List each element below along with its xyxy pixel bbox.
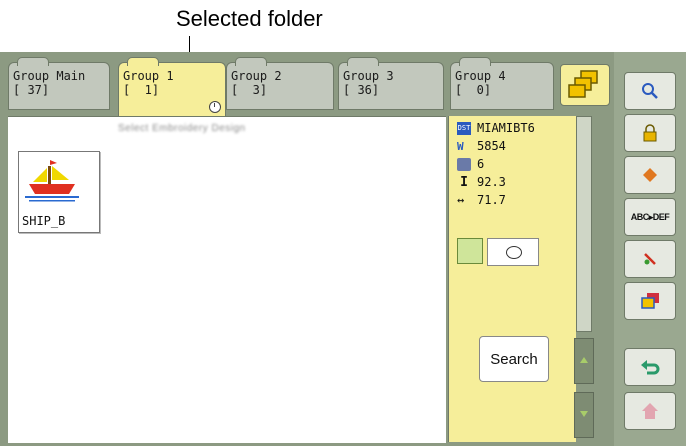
info-design-name: DST MIAMIBT6 — [457, 120, 535, 136]
stitch-count-icon: W — [457, 140, 464, 153]
tab-group-2[interactable]: Group 2 [ 3] — [226, 57, 334, 110]
color-spool-icon — [457, 158, 471, 171]
folder-tab-ear — [459, 57, 491, 66]
home-button[interactable] — [624, 392, 676, 430]
tab-count: [ 0] — [455, 83, 492, 97]
copy-icon — [641, 293, 659, 309]
design-tile[interactable]: SHIP_B — [18, 151, 100, 233]
rotate-icon — [457, 238, 483, 264]
scroll-track[interactable] — [576, 116, 592, 332]
list-header: Select Embroidery Design — [118, 123, 246, 134]
folder-tab-ear — [127, 57, 159, 66]
clock-icon — [209, 101, 221, 113]
lock-icon — [643, 124, 657, 142]
back-button[interactable] — [624, 348, 676, 386]
move-button[interactable] — [624, 156, 676, 194]
magnifier-icon — [642, 83, 658, 99]
return-arrow-icon — [641, 360, 660, 375]
diamond-icon — [643, 168, 657, 182]
tab-count: [ 3] — [231, 83, 268, 97]
thread-color-button[interactable] — [624, 240, 676, 278]
ship-design-icon — [25, 160, 79, 202]
height-icon: I — [460, 175, 468, 190]
height-value: 92.3 — [477, 175, 506, 189]
tab-group-1[interactable]: Group 1 [ 1] — [118, 57, 226, 116]
dst-file-icon: DST — [457, 122, 471, 135]
width-icon: ↔ — [457, 193, 465, 207]
oval-frame-icon — [506, 246, 522, 259]
needle-icon — [644, 253, 656, 265]
tab-count: [ 36] — [343, 83, 380, 97]
tab-label: Group 2 — [231, 69, 282, 83]
info-height: I 92.3 — [457, 174, 506, 190]
design-info-panel: DST MIAMIBT6 W 5854 6 I 92.3 ↔ 71.7 Search — [448, 116, 579, 442]
zoom-button[interactable] — [624, 72, 676, 110]
info-width: ↔ 71.7 — [457, 192, 506, 208]
folders-icon — [568, 70, 598, 98]
tab-group-4[interactable]: Group 4 [ 0] — [450, 57, 554, 110]
home-icon — [642, 403, 658, 419]
folder-tab-ear — [347, 57, 379, 66]
frame-shape-display — [487, 238, 539, 266]
lock-button[interactable] — [624, 114, 676, 152]
tab-label: Group 3 — [343, 69, 394, 83]
tab-label: Group 4 — [455, 69, 506, 83]
scroll-down-button[interactable] — [574, 392, 594, 438]
arrow-up-icon — [580, 357, 588, 363]
folder-view-button[interactable] — [560, 64, 610, 106]
colors-value: 6 — [477, 157, 485, 171]
stitches-value: 5854 — [477, 139, 506, 153]
width-value: 71.7 — [477, 193, 506, 207]
scroll-up-button[interactable] — [574, 338, 594, 384]
info-stitches: W 5854 — [457, 138, 506, 154]
tab-count: [ 1] — [123, 83, 160, 97]
tab-group-3[interactable]: Group 3 [ 36] — [338, 57, 444, 110]
design-name-value: MIAMIBT6 — [477, 121, 535, 135]
rename-button[interactable]: ABC▸DEF — [624, 198, 676, 236]
folder-tab-ear — [235, 57, 267, 66]
design-list-area: Select Embroidery Design SHIP_B — [8, 116, 446, 443]
tab-label: Group 1 — [123, 69, 174, 83]
scrollbar[interactable] — [574, 116, 594, 442]
side-toolbar: ABC▸DEF — [614, 52, 686, 446]
tab-count: [ 37] — [13, 83, 50, 97]
search-button[interactable]: Search — [479, 336, 549, 382]
design-name: SHIP_B — [22, 214, 66, 228]
abc-def-icon: ABC▸DEF — [630, 211, 670, 222]
tab-group-main[interactable]: Group Main [ 37] — [8, 57, 110, 110]
copy-button[interactable] — [624, 282, 676, 320]
tab-label: Group Main — [13, 69, 86, 83]
info-colors: 6 — [457, 156, 484, 172]
callout-label: Selected folder — [176, 6, 323, 31]
folder-tab-ear — [17, 57, 49, 66]
arrow-down-icon — [580, 411, 588, 417]
